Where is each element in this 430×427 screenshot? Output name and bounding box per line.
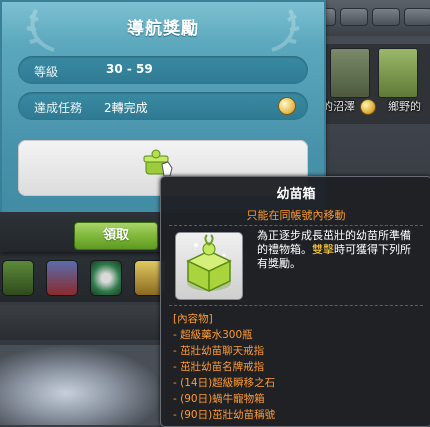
- map-thumbnail[interactable]: [330, 48, 370, 98]
- map-label: 鄉野的: [388, 100, 421, 113]
- toolbar-button[interactable]: [404, 8, 430, 26]
- description-highlight: 雙擊: [312, 243, 334, 256]
- divider: [169, 225, 423, 226]
- contents-item: - (14日)超級瞬移之石: [173, 377, 276, 389]
- scene-band: [0, 305, 165, 340]
- item-contents: [內容物] - 超級藥水300瓶 - 茁壯幼苗聊天戒指 - 茁壯幼苗名牌戒指 -…: [173, 311, 275, 423]
- contents-item: - (90日)蝸牛寵物箱: [173, 393, 265, 405]
- emblem-icon[interactable]: [90, 260, 122, 296]
- gold-coin-icon[interactable]: [278, 97, 296, 115]
- level-label: 等級: [34, 65, 59, 79]
- contents-item: - (90日)茁壯幼苗稱號: [173, 409, 276, 421]
- task-label: 達成任務: [34, 101, 83, 115]
- green-gift-box-icon[interactable]: [142, 148, 174, 178]
- item-tooltip: 幼苗箱 只能在同帳號內移動 為正逐步成長茁壯的幼苗所準備的禮物箱。雙擊時可獲得下…: [160, 176, 430, 427]
- claim-button[interactable]: 領取: [74, 222, 158, 250]
- slot-icon[interactable]: [2, 260, 34, 296]
- toolbar-button[interactable]: [372, 8, 400, 26]
- map-label: 的沼澤: [322, 100, 355, 113]
- shield-icon[interactable]: [46, 260, 78, 296]
- contents-item: - 茁壯幼苗聊天戒指: [173, 345, 265, 357]
- level-value: 30 - 59: [106, 62, 153, 76]
- contents-item: - 超級藥水300瓶: [173, 329, 253, 341]
- green-gift-box-icon: [186, 234, 232, 292]
- map-thumbnail[interactable]: [378, 48, 418, 98]
- scene-glow: [0, 345, 165, 425]
- task-value: 2轉完成: [104, 101, 148, 115]
- contents-header: [內容物]: [173, 313, 213, 325]
- item-description: 為正逐步成長茁壯的幼苗所準備的禮物箱。雙擊時可獲得下列所有獎勵。: [257, 229, 421, 271]
- item-name: 幼苗箱: [276, 187, 316, 202]
- coin-icon: [360, 99, 376, 115]
- contents-item: - 茁壯幼苗名牌戒指: [173, 361, 265, 373]
- item-icon-frame: [175, 232, 243, 300]
- item-restriction: 只能在同帳號內移動: [246, 209, 346, 222]
- divider: [169, 305, 423, 306]
- panel-title: 導航獎勵: [127, 19, 199, 39]
- task-row: 達成任務 2轉完成: [18, 92, 308, 120]
- level-row: 等級 30 - 59: [18, 56, 308, 84]
- toolbar-button[interactable]: [340, 8, 368, 26]
